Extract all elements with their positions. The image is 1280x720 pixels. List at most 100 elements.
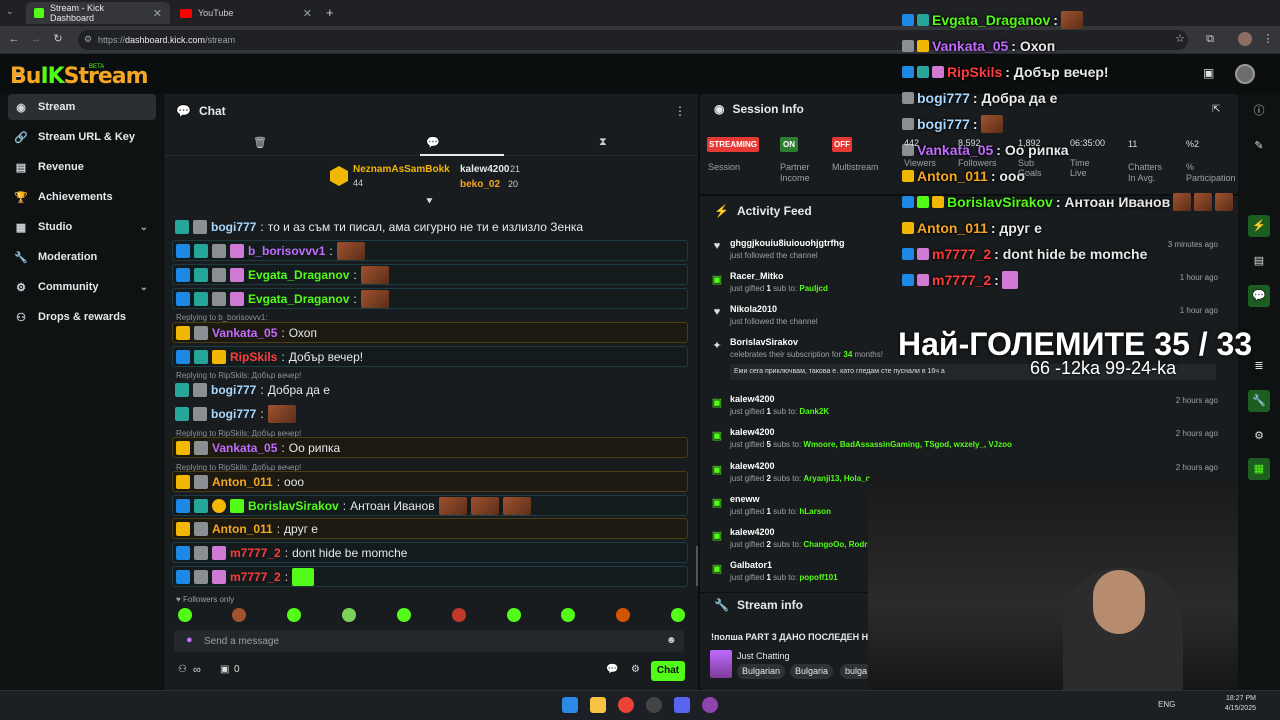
clock-date[interactable]: 4/15/2025 — [1218, 705, 1256, 712]
sidebar-item-community[interactable]: ⚙ Community ⌄ — [8, 274, 156, 300]
send-chat-button[interactable]: Chat — [651, 661, 685, 681]
chat-username[interactable]: Vankata_05 — [212, 326, 277, 340]
chat-username[interactable]: BorislavSirakov — [248, 499, 339, 513]
info-icon[interactable]: ⓘ — [1248, 100, 1270, 122]
activity-user[interactable]: kalew4200 — [730, 527, 775, 537]
emote-picker-item[interactable] — [178, 608, 192, 622]
chat-username[interactable]: bogi777 — [211, 220, 256, 234]
chat-message[interactable]: Anton_011: ооо — [172, 471, 688, 492]
chat-username[interactable]: Vankata_05 — [212, 441, 277, 455]
start-icon[interactable] — [562, 697, 578, 713]
studio-icon[interactable]: ▣ — [1203, 66, 1214, 80]
bolt-icon[interactable]: ⚡ — [1248, 215, 1270, 237]
chat-username[interactable]: bogi777 — [211, 383, 256, 397]
settings-gear-icon[interactable]: ⚙ — [1248, 425, 1270, 447]
popout-icon[interactable]: ⇱ — [1212, 104, 1220, 115]
multistream-badge[interactable]: OFF — [832, 137, 852, 152]
activity-user[interactable]: eneww — [730, 494, 760, 504]
activity-user[interactable]: BorislavSirakov — [730, 337, 798, 347]
file-explorer-icon[interactable] — [590, 697, 606, 713]
chat-message[interactable]: m7777_2: — [172, 566, 688, 587]
emote-picker-item[interactable] — [561, 608, 575, 622]
emote-picker-item[interactable] — [452, 608, 466, 622]
chat-message[interactable]: Vankata_05: Охоп — [172, 322, 688, 343]
sidebar-item-drops-rewards[interactable]: ⚇ Drops & rewards — [8, 304, 156, 330]
browser-menu-icon[interactable]: ⋮ — [1260, 31, 1276, 47]
chat-username[interactable]: Anton_011 — [212, 522, 273, 536]
back-icon[interactable]: ← — [6, 31, 22, 47]
sidebar-item-stream-url-key[interactable]: 🔗 Stream URL & Key — [8, 124, 156, 150]
user-avatar[interactable] — [1235, 64, 1255, 84]
chat-message[interactable]: Vankata_05: Оо рипка — [172, 437, 688, 458]
chat-message[interactable]: bogi777: то и аз съм ти писал, ама сигурн… — [172, 216, 688, 237]
activity-user[interactable]: kalew4200 — [730, 427, 775, 437]
tab-list-icon[interactable]: ⌄ — [6, 6, 20, 20]
emote-picker-item[interactable] — [671, 608, 685, 622]
hourglass-icon[interactable]: ⧗ — [599, 136, 607, 149]
chat-message[interactable]: bogi777: Добра да е — [172, 379, 688, 400]
chrome-icon[interactable] — [618, 697, 634, 713]
profile-avatar[interactable] — [1238, 32, 1252, 46]
chat-username[interactable]: m7777_2 — [230, 546, 281, 560]
site-info-icon[interactable]: ⚙ — [84, 34, 92, 45]
emoji-icon[interactable]: ☻ — [666, 635, 677, 646]
activity-user[interactable]: kalew4200 — [730, 461, 775, 471]
sidebar-item-moderation[interactable]: 🔧 Moderation — [8, 244, 156, 270]
emote-picker-item[interactable] — [342, 608, 356, 622]
language-indicator[interactable]: ENG — [1158, 700, 1175, 709]
chat-rules-icon[interactable]: 💬 — [606, 664, 618, 675]
chat-scrollbar[interactable] — [696, 546, 698, 586]
chat-username[interactable]: m7777_2 — [230, 570, 281, 584]
chat-message[interactable]: bogi777: — [172, 403, 688, 424]
app-icon[interactable] — [702, 697, 718, 713]
new-tab-icon[interactable]: + — [326, 5, 334, 20]
forward-icon[interactable]: → — [28, 31, 44, 47]
clipboard-icon[interactable]: ▤ — [1248, 250, 1270, 272]
chat-tab-icon[interactable]: 💬 — [426, 136, 440, 149]
chat-message[interactable]: m7777_2: dont hide be momche — [172, 542, 688, 563]
emote-picker-item[interactable] — [232, 608, 246, 622]
chat-menu-icon[interactable]: ⋮ — [674, 104, 686, 118]
reload-icon[interactable]: ↻ — [50, 31, 66, 47]
wrench-icon[interactable]: 🔧 — [1248, 390, 1270, 412]
stream-tag[interactable]: Bulgarian — [737, 664, 786, 679]
settings-gear-icon[interactable]: ⚙ — [631, 664, 640, 675]
activity-user[interactable]: kalew4200 — [730, 394, 775, 404]
sidebar-item-achievements[interactable]: 🏆 Achievements — [8, 184, 156, 210]
chat-icon[interactable]: 💬 — [1248, 285, 1270, 307]
chat-username[interactable]: Evgata_Draganov — [248, 292, 349, 306]
sidebar-item-stream[interactable]: ◉ Stream — [8, 94, 156, 120]
close-tab-icon[interactable]: ✕ — [303, 7, 312, 20]
close-tab-icon[interactable]: ✕ — [153, 7, 162, 20]
collapse-arrow-icon[interactable]: ⯆ — [425, 196, 434, 209]
activity-user[interactable]: Nikola2010 — [730, 304, 777, 314]
emote-picker-item[interactable] — [397, 608, 411, 622]
discord-icon[interactable] — [674, 697, 690, 713]
activity-user[interactable]: Racer_Mitko — [730, 271, 784, 281]
chat-username[interactable]: RipSkils — [230, 350, 277, 364]
site-logo[interactable]: BuIKStream — [10, 64, 149, 89]
chat-message[interactable]: Anton_011: друг е — [172, 518, 688, 539]
clock-time[interactable]: 18:27 PM — [1218, 695, 1256, 702]
chat-username[interactable]: Anton_011 — [212, 475, 273, 489]
chat-message[interactable]: RipSkils: Добър вечер! — [172, 346, 688, 367]
trash-icon[interactable]: 🗑 — [253, 136, 267, 149]
extensions-icon[interactable]: ⧉ — [1202, 31, 1218, 47]
chat-message[interactable]: Evgata_Draganov: — [172, 288, 688, 309]
chat-username[interactable]: Evgata_Draganov — [248, 268, 349, 282]
tab-kick-dashboard[interactable]: Stream - Kick Dashboard ✕ — [26, 2, 170, 24]
chat-message[interactable]: b_borisovvv1: — [172, 240, 688, 261]
microphone-icon[interactable]: ● — [186, 634, 193, 646]
pencil-icon[interactable]: ✎ — [1248, 135, 1270, 157]
emote-picker-item[interactable] — [616, 608, 630, 622]
chat-message[interactable]: BorislavSirakov: Антоан Иванов — [172, 495, 688, 516]
activity-user[interactable]: ghggjkouiu8iuiouohjgtrfhg — [730, 238, 844, 248]
chat-username[interactable]: bogi777 — [211, 407, 256, 421]
tab-youtube[interactable]: YouTube ✕ — [172, 2, 320, 24]
bookmark-star-icon[interactable]: ☆ — [1172, 31, 1188, 47]
activity-user[interactable]: Galbator1 — [730, 560, 772, 570]
stream-category[interactable]: Just Chatting — [737, 651, 790, 661]
chat-message-input[interactable]: Send a message — [174, 630, 684, 652]
chat-message[interactable]: Evgata_Draganov: — [172, 264, 688, 285]
apps-icon[interactable]: ▦ — [1248, 458, 1270, 480]
